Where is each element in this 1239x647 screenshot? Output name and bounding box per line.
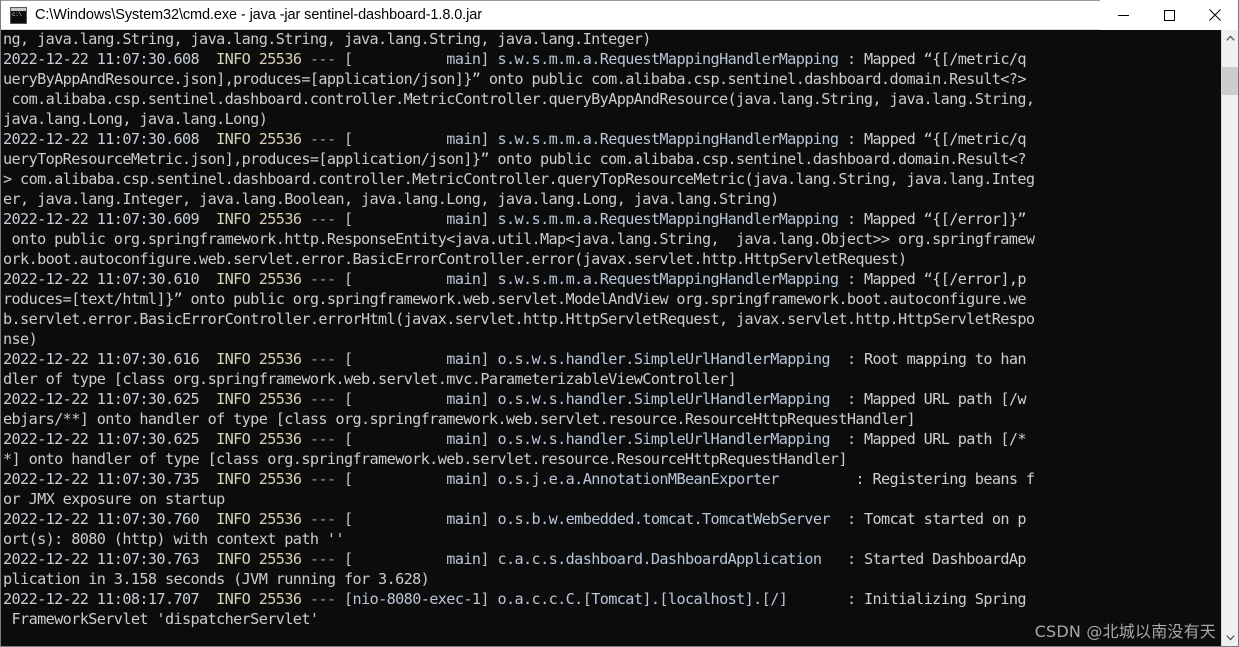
scroll-down-arrow-icon [1225,635,1235,641]
console-log-line: > com.alibaba.csp.sentinel.dashboard.con… [3,170,1035,189]
vertical-scrollbar[interactable] [1221,30,1238,646]
console-log-line: dler of type [class org.springframework.… [3,370,737,389]
console-log-line: ng, java.lang.String, java.lang.String, … [3,30,651,48]
cmd-console-icon [10,6,27,24]
console-output[interactable]: ng, java.lang.String, java.lang.String, … [1,30,1221,646]
window-controls [1100,0,1238,30]
window-titlebar[interactable]: C:\Windows\System32\cmd.exe - java -jar … [1,0,1238,30]
scroll-down-button[interactable] [1222,629,1238,646]
console-log-line: 2022-12-22 11:07:30.625 INFO 25536 --- [… [3,390,1027,409]
console-log-line: ebjars/**] onto handler of type [class o… [3,410,916,429]
maximize-icon [1163,9,1175,21]
console-log-line: 2022-12-22 11:07:30.625 INFO 25536 --- [… [3,430,1027,449]
console-log-line: 2022-12-22 11:07:30.609 INFO 25536 --- [… [3,210,1027,229]
console-log-line: 2022-12-22 11:07:30.608 INFO 25536 --- [… [3,50,1027,69]
console-log-line: ueryTopResourceMetric.json],produces=[ap… [3,150,1026,169]
console-log-line: 2022-12-22 11:07:30.763 INFO 25536 --- [… [3,550,1027,569]
window-title: C:\Windows\System32\cmd.exe - java -jar … [35,7,482,23]
console-log-line: ort(s): 8080 (http) with context path '' [3,530,345,549]
minimize-button[interactable] [1100,0,1146,30]
console-log-line: *] onto handler of type [class org.sprin… [3,450,847,469]
console-log-line: onto public org.springframework.http.Res… [3,230,1035,249]
console-log-line: 2022-12-22 11:07:30.616 INFO 25536 --- [… [3,350,1027,369]
console-log-line: 2022-12-22 11:07:30.608 INFO 25536 --- [… [3,130,1027,149]
console-log-line: java.lang.Long, java.lang.Long) [3,110,268,129]
scroll-up-button[interactable] [1222,30,1238,47]
console-area: ng, java.lang.String, java.lang.String, … [1,30,1238,646]
cmd-console-window: C:\Windows\System32\cmd.exe - java -jar … [0,0,1239,647]
scrollbar-thumb[interactable] [1222,67,1238,95]
close-button[interactable] [1192,0,1238,30]
console-log-line: 2022-12-22 11:07:30.735 INFO 25536 --- [… [3,470,1035,489]
console-log-line: plication in 3.158 seconds (JVM running … [3,570,430,589]
console-log-line: ork.boot.autoconfigure.web.servlet.error… [3,250,907,269]
maximize-button[interactable] [1146,0,1192,30]
console-log-lines: ng, java.lang.String, java.lang.String, … [3,30,1215,629]
console-log-line: 2022-12-22 11:07:30.610 INFO 25536 --- [… [3,270,1027,289]
scrollbar-track[interactable] [1222,47,1238,629]
console-log-line: er, java.lang.Integer, java.lang.Boolean… [3,190,779,209]
console-log-line: FrameworkServlet 'dispatcherServlet' [3,610,319,629]
console-log-line: b.servlet.error.BasicErrorController.err… [3,310,1035,329]
scroll-up-arrow-icon [1225,35,1235,41]
console-log-line: roduces=[text/html]}” onto public org.sp… [3,290,1026,309]
close-icon [1209,9,1221,21]
console-log-line: nse) [3,330,38,349]
console-log-line: com.alibaba.csp.sentinel.dashboard.contr… [3,90,1035,109]
console-log-line: 2022-12-22 11:07:30.760 INFO 25536 --- [… [3,510,1027,529]
console-log-line: ueryByAppAndResource.json],produces=[app… [3,70,1026,89]
console-log-line: or JMX exposure on startup [3,490,225,509]
console-log-line: 2022-12-22 11:08:17.707 INFO 25536 --- [… [3,590,1027,609]
minimize-icon [1117,14,1129,16]
